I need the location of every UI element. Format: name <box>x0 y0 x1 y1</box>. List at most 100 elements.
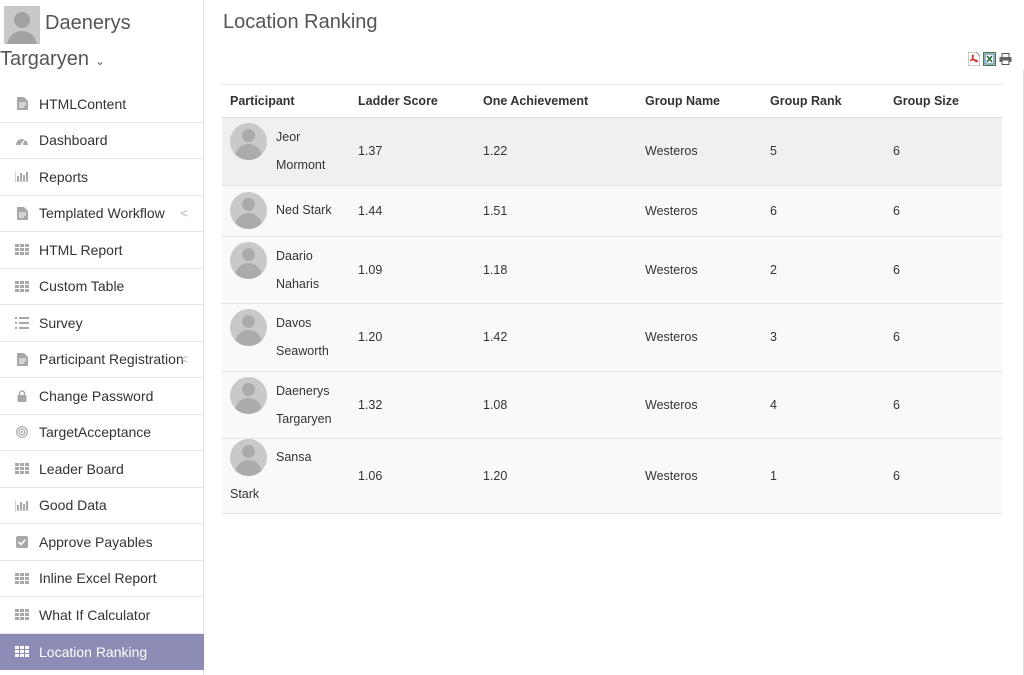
location-ranking-table: Participant Ladder Score One Achievement… <box>222 84 1002 514</box>
user-first-name: Daenerys <box>45 12 131 34</box>
sidebar-item-change-password[interactable]: Change Password <box>0 378 204 415</box>
one-achievement: 1.20 <box>475 438 637 514</box>
column-header-group-size[interactable]: Group Size <box>885 84 1002 118</box>
grid-icon <box>15 608 29 622</box>
table-row[interactable]: Ned Stark 1.44 1.51 Westeros 6 6 <box>222 185 1002 237</box>
main-content: Location Ranking Participant Ladder Scor… <box>205 0 1024 675</box>
column-header-group-name[interactable]: Group Name <box>637 84 762 118</box>
grid-icon <box>15 571 29 585</box>
participant-name: Daario Naharis <box>276 248 320 291</box>
gauge-icon <box>15 133 29 147</box>
target-icon <box>15 425 29 439</box>
page-title: Location Ranking <box>223 11 378 33</box>
group-rank: 1 <box>762 438 885 514</box>
excel-icon[interactable] <box>983 52 996 66</box>
checkbox-icon <box>15 535 29 549</box>
group-size: 6 <box>885 236 1002 304</box>
export-toolbar <box>967 52 1012 66</box>
pdf-icon[interactable] <box>967 52 980 66</box>
one-achievement: 1.08 <box>475 371 637 439</box>
participant-cell: Ned Stark <box>230 192 342 229</box>
column-header-group-rank[interactable]: Group Rank <box>762 84 885 118</box>
table-row[interactable]: Jeor Mormont 1.37 1.22 Westeros 5 6 <box>222 117 1002 186</box>
document-icon <box>15 206 29 220</box>
one-achievement: 1.42 <box>475 303 637 372</box>
sidebar-item-location-ranking[interactable]: Location Ranking <box>0 633 204 670</box>
participant-name: Ned Stark <box>276 203 332 217</box>
one-achievement: 1.18 <box>475 236 637 304</box>
table-row[interactable]: Davos Seaworth 1.20 1.42 Westeros 3 6 <box>222 303 1002 372</box>
document-icon <box>15 97 29 111</box>
table-header-row: Participant Ladder Score One Achievement… <box>222 84 1002 118</box>
ladder-score: 1.44 <box>350 185 475 237</box>
sidebar-item-label: Templated Workflow <box>39 205 165 222</box>
participant-name: Jeor Mormont <box>276 130 326 173</box>
participant-cell: Jeor Mormont <box>230 123 342 179</box>
column-header-ladder-score[interactable]: Ladder Score <box>350 84 475 118</box>
document-icon <box>15 352 29 366</box>
avatar <box>230 192 267 229</box>
chevron-left-icon: < <box>180 205 188 221</box>
ladder-score: 1.20 <box>350 303 475 372</box>
print-icon[interactable] <box>999 52 1012 66</box>
group-rank: 6 <box>762 185 885 237</box>
participant-name: Davos Seaworth <box>276 316 329 359</box>
group-name: Westeros <box>637 185 762 237</box>
sidebar-item-label: Good Data <box>39 497 107 514</box>
sidebar-item-label: Inline Excel Report <box>39 570 157 587</box>
sidebar-item-leader-board[interactable]: Leader Board <box>0 451 204 488</box>
group-name: Westeros <box>637 438 762 514</box>
table-row[interactable]: Sansa Stark 1.06 1.20 Westeros 1 6 <box>222 438 1002 514</box>
one-achievement: 1.22 <box>475 117 637 186</box>
sidebar: Daenerys Targaryen ⌄ HTMLContent Dashboar… <box>0 0 204 675</box>
one-achievement: 1.51 <box>475 185 637 237</box>
sidebar-item-custom-table[interactable]: Custom Table <box>0 269 204 305</box>
sidebar-item-targetacceptance[interactable]: TargetAcceptance <box>0 415 204 451</box>
user-last-name[interactable]: Targaryen ⌄ <box>0 48 105 71</box>
sidebar-item-label: Change Password <box>39 387 154 404</box>
group-size: 6 <box>885 371 1002 439</box>
table-row[interactable]: Daenerys Targaryen 1.32 1.08 Westeros 4 … <box>222 371 1002 439</box>
group-name: Westeros <box>637 303 762 372</box>
participant-name: Daenerys Targaryen <box>276 383 332 426</box>
sidebar-item-approve-payables[interactable]: Approve Payables <box>0 524 204 561</box>
sidebar-item-what-if-calculator[interactable]: What If Calculator <box>0 597 204 634</box>
sidebar-item-label: Participant Registration <box>39 351 184 368</box>
sidebar-item-label: Approve Payables <box>39 533 153 550</box>
participant-cell: Davos Seaworth <box>230 309 342 365</box>
sidebar-item-good-data[interactable]: Good Data <box>0 488 204 524</box>
list-icon <box>15 316 29 330</box>
sidebar-item-label: Survey <box>39 314 83 331</box>
sidebar-item-survey[interactable]: Survey <box>0 305 204 342</box>
grid-icon <box>15 645 29 659</box>
sidebar-item-templated-workflow[interactable]: Templated Workflow < <box>0 196 204 232</box>
sidebar-item-participant-registration[interactable]: Participant Registration < <box>0 342 204 378</box>
avatar <box>230 376 267 414</box>
sidebar-item-reports[interactable]: Reports <box>0 159 204 196</box>
sidebar-item-htmlcontent[interactable]: HTMLContent <box>0 86 204 123</box>
participant-cell: Daenerys Targaryen <box>230 376 342 433</box>
column-header-participant[interactable]: Participant <box>222 84 350 118</box>
grid-icon <box>15 462 29 476</box>
user-menu[interactable]: Daenerys Targaryen ⌄ <box>0 0 203 86</box>
ladder-score: 1.09 <box>350 236 475 304</box>
column-header-one-achievement[interactable]: One Achievement <box>475 84 637 118</box>
sidebar-item-dashboard[interactable]: Dashboard <box>0 123 204 159</box>
group-rank: 3 <box>762 303 885 372</box>
sidebar-item-label: TargetAcceptance <box>39 424 152 441</box>
user-avatar <box>4 6 40 44</box>
sidebar-item-inline-excel-report[interactable]: Inline Excel Report <box>0 561 204 597</box>
group-rank: 2 <box>762 236 885 304</box>
bar-chart-icon <box>15 498 29 512</box>
participant-cell: Sansa Stark <box>230 439 342 513</box>
avatar <box>230 241 267 279</box>
sidebar-item-html-report[interactable]: HTML Report <box>0 232 204 269</box>
sidebar-item-label: Reports <box>39 168 89 185</box>
sidebar-item-label: Leader Board <box>39 460 124 477</box>
table-row[interactable]: Daario Naharis 1.09 1.18 Westeros 2 6 <box>222 236 1002 304</box>
sidebar-nav: HTMLContent Dashboard Reports Templated … <box>0 86 204 670</box>
group-name: Westeros <box>637 371 762 439</box>
chevron-down-icon[interactable]: ⌄ <box>95 54 105 68</box>
user-last-name-text: Targaryen <box>0 48 89 70</box>
sidebar-item-label: What If Calculator <box>39 606 151 623</box>
